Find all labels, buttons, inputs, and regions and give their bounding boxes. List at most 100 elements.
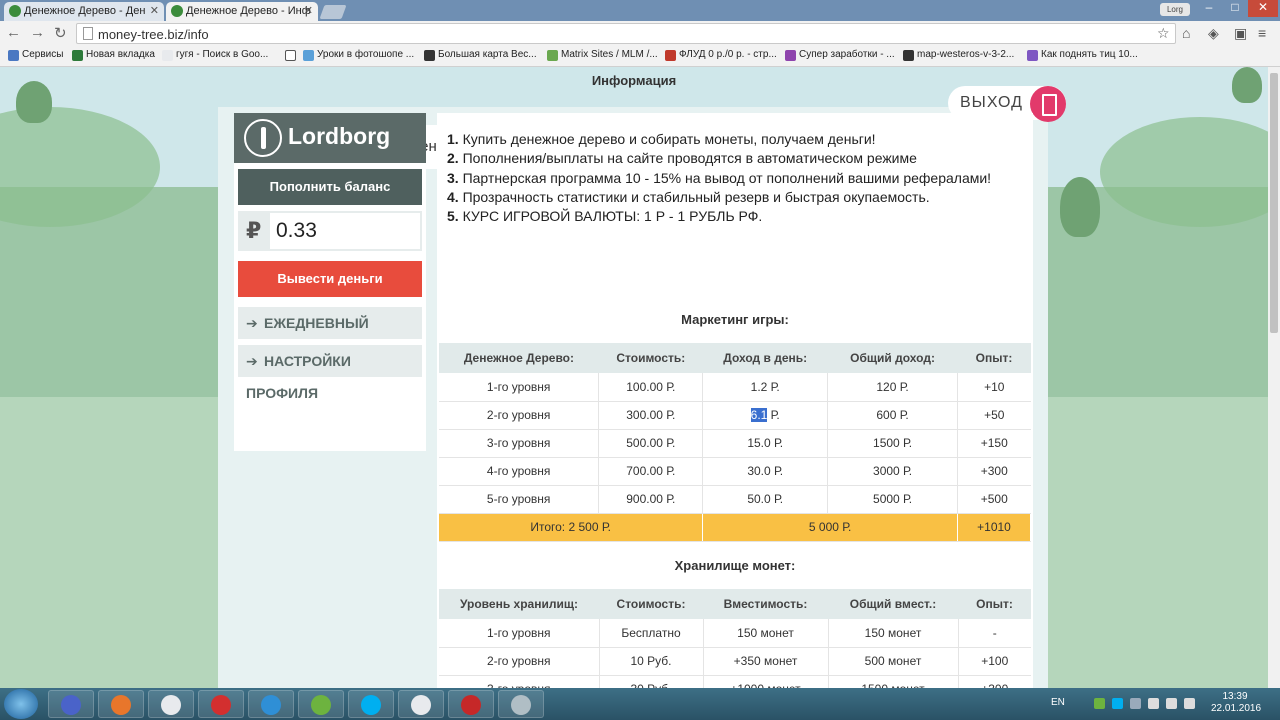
utorrent-tray-icon[interactable] xyxy=(1094,698,1105,709)
taskbar-app-button[interactable] xyxy=(198,690,244,718)
marketing-table: Денежное Дерево: Стоимость: Доход в день: О… xyxy=(439,343,1031,542)
taskbar-app-button[interactable] xyxy=(298,690,344,718)
site-icon xyxy=(303,50,314,61)
table-cell: 50.0 Р. xyxy=(702,485,829,514)
table-cell: 900.00 Р. xyxy=(598,485,704,514)
up-arrow-icon[interactable] xyxy=(1130,698,1141,709)
reload-icon[interactable]: ↻ xyxy=(54,24,67,42)
taskbar-app-button[interactable] xyxy=(348,690,394,718)
back-icon[interactable]: ← xyxy=(6,24,21,41)
table-cell: 5-го уровня xyxy=(439,485,600,514)
bookmark-item[interactable]: map-westeros-v-3-2... xyxy=(903,49,1015,61)
page-title: Информация xyxy=(591,73,677,88)
forward-icon[interactable]: → xyxy=(30,24,45,41)
profile-badge[interactable]: Lorg xyxy=(1160,3,1190,16)
taskbar-app-button[interactable] xyxy=(98,690,144,718)
taskbar-app-button[interactable] xyxy=(448,690,494,718)
table-cell: +300 xyxy=(957,457,1031,486)
maximize-icon[interactable]: □ xyxy=(1222,0,1248,17)
bookmark-item[interactable]: гугя - Поиск в Goo... xyxy=(162,49,268,61)
flag-icon[interactable] xyxy=(1166,698,1177,709)
clock[interactable]: 13:39 22.01.2016 xyxy=(1211,691,1262,715)
column-header: Общий вмест.: xyxy=(828,589,958,619)
column-header: Денежное Дерево: xyxy=(439,343,599,373)
bookmark-item[interactable]: Как поднять тиц 10... xyxy=(1027,49,1138,61)
network-icon[interactable] xyxy=(1148,698,1159,709)
bookmark-label: Уроки в фотошопе ... xyxy=(317,49,415,60)
topup-balance-button[interactable]: Пополнить баланс xyxy=(238,169,422,205)
daily-bonus-link[interactable]: ➔ЕЖЕДНЕВНЫЙ БОНУС xyxy=(238,307,422,363)
table-cell: 10 Руб. xyxy=(599,647,704,676)
bookmark-item[interactable]: Matrix Sites / MLM /... xyxy=(547,49,658,61)
url-text[interactable]: money-tree.biz/info xyxy=(98,27,209,42)
bookmark-item[interactable]: Уроки в фотошопе ... xyxy=(303,49,415,61)
taskbar-app-button[interactable] xyxy=(398,690,444,718)
table-cell: 6.1 Р. xyxy=(702,401,829,430)
cast-icon[interactable]: ▣ xyxy=(1234,25,1247,42)
column-header: Доход в день: xyxy=(702,343,828,373)
bookmark-item[interactable]: Большая карта Вес... xyxy=(424,49,537,61)
bookmark-item[interactable]: Новая вкладка xyxy=(72,49,155,61)
extension-icon[interactable]: ◈ xyxy=(1208,25,1219,42)
totals-cell: Итого: 2 500 Р. xyxy=(439,513,704,542)
star-icon[interactable]: ☆ xyxy=(1157,25,1170,42)
totals-cell: 5 000 Р. xyxy=(702,513,958,542)
browser-tab-strip: Денежное Дерево - Ден ✕ Денежное Дерево … xyxy=(0,0,1280,21)
clock-date: 22.01.2016 xyxy=(1211,703,1262,714)
browser-tab[interactable]: Денежное Дерево - Ден ✕ xyxy=(4,2,164,21)
dollar-icon xyxy=(547,50,558,61)
column-header: Стоимость: xyxy=(598,343,703,373)
taskbar-app-button[interactable] xyxy=(498,690,544,718)
record-icon xyxy=(461,695,481,715)
table-row: 2-го уровня 10 Руб. +350 монет 500 монет +10… xyxy=(439,647,1031,676)
bookmark-item[interactable]: Сервисы xyxy=(8,49,64,61)
volume-icon[interactable] xyxy=(1184,698,1195,709)
start-button[interactable] xyxy=(4,689,38,719)
bookmark-label: map-westeros-v-3-2... xyxy=(917,49,1015,60)
withdraw-button[interactable]: Вывести деньги xyxy=(238,261,422,297)
column-header: Уровень хранилищ: xyxy=(439,589,599,619)
address-bar[interactable]: money-tree.biz/info xyxy=(76,23,1176,44)
table-cell: 500.00 Р. xyxy=(598,429,704,458)
arrow-right-icon: ➔ xyxy=(246,315,258,331)
rule-text: Пополнения/выплаты на сайте проводятся в… xyxy=(462,150,917,167)
skype-tray-icon[interactable] xyxy=(1112,698,1123,709)
profile-settings-link[interactable]: ➔ НАСТРОЙКИ ПРОФИЛЯ xyxy=(238,345,422,401)
opera-icon xyxy=(211,695,231,715)
new-tab-button[interactable] xyxy=(319,5,347,19)
balance-row: ₽ 0.33 xyxy=(238,211,422,251)
totals-row: Итого: 2 500 Р. 5 000 Р. +1010 xyxy=(439,513,1031,542)
table-cell: 500 монет xyxy=(828,647,959,676)
arrow-right-icon: ➔ xyxy=(246,353,258,369)
minimize-icon[interactable]: – xyxy=(1196,0,1222,17)
home-icon[interactable]: ⌂ xyxy=(1182,25,1190,41)
rule-number: 2. xyxy=(447,150,459,167)
tie-avatar-icon xyxy=(244,119,282,157)
taskbar-app-button[interactable] xyxy=(48,690,94,718)
text-selection: 6.1 xyxy=(750,408,768,422)
page-icon xyxy=(72,50,83,61)
scrollbar-thumb[interactable] xyxy=(1270,73,1278,333)
close-window-icon[interactable]: ✕ xyxy=(1248,0,1278,17)
table-cell: +150 xyxy=(957,429,1031,458)
bookmark-item[interactable]: Супер заработки - ... xyxy=(785,49,895,61)
close-icon[interactable]: ✕ xyxy=(304,4,313,17)
page-scrollbar[interactable] xyxy=(1268,67,1280,688)
language-indicator[interactable]: EN xyxy=(1051,697,1065,708)
browser-toolbar: ← → ↻ money-tree.biz/info ☆ ⌂ ◈ ▣ ≡ xyxy=(0,21,1280,46)
table-cell: 1500 Р. xyxy=(827,429,958,458)
browser-tab-active[interactable]: Денежное Дерево - Инф ✕ xyxy=(166,2,318,21)
table-cell: 2-го уровня xyxy=(439,647,600,676)
bookmark-label: Супер заработки - ... xyxy=(799,49,895,60)
table-cell: 100.00 Р. xyxy=(598,373,704,402)
rule-item: 4. Прозрачность статистики и стабильный … xyxy=(447,188,991,207)
close-icon[interactable]: ✕ xyxy=(150,4,159,17)
table-row: 4-го уровня 700.00 Р. 30.0 Р. 3000 Р. +300 xyxy=(439,457,1031,486)
taskbar-app-button[interactable] xyxy=(148,690,194,718)
menu-icon[interactable]: ≡ xyxy=(1258,25,1266,41)
site-icon xyxy=(665,50,676,61)
bookmark-label: Сервисы xyxy=(22,49,64,60)
rule-number: 5. xyxy=(447,208,459,225)
taskbar-app-button[interactable] xyxy=(248,690,294,718)
bookmark-item[interactable]: ФЛУД 0 р./0 р. - стр... xyxy=(665,49,777,61)
